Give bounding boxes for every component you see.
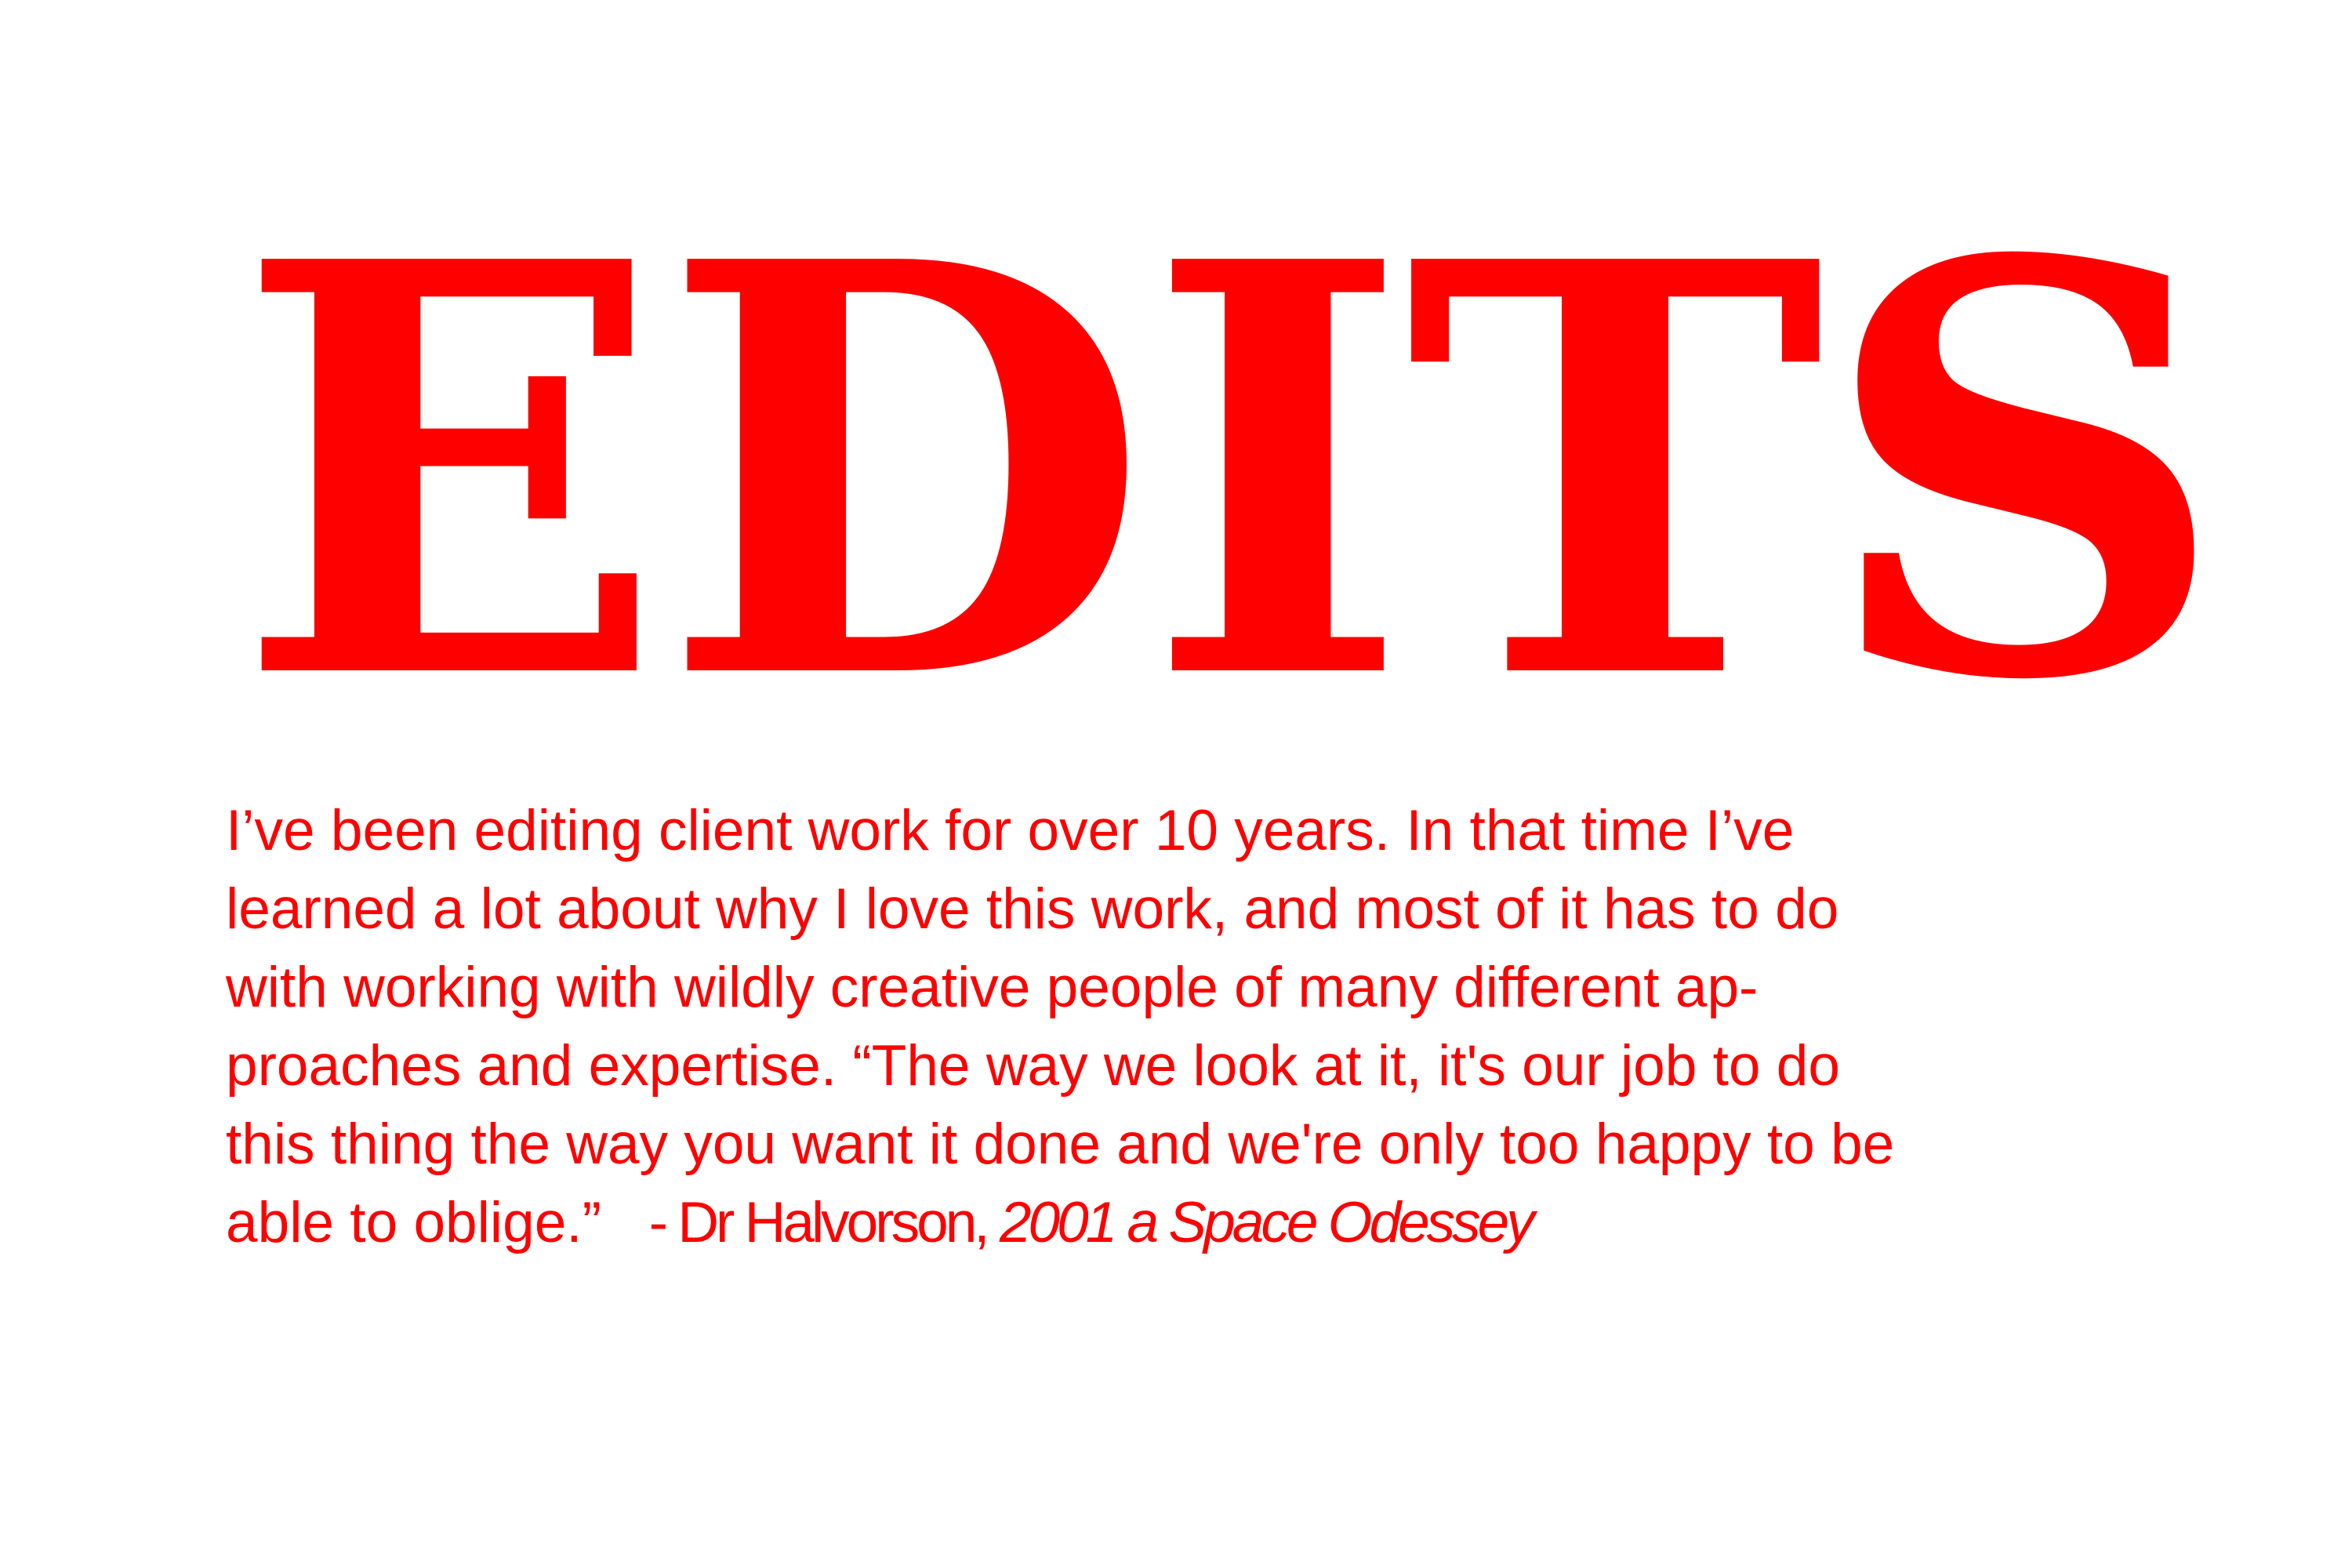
attribution-work-title: 2001 a Space Odessey [999,1191,1535,1254]
paragraph-line-text: able to oblige.” [226,1191,601,1254]
attribution-speaker: - Dr Halvorson, [648,1191,990,1254]
paragraph-line: learned a lot about why I love this work… [226,877,1839,941]
quote-paragraph: I’ve been editing client work for over 1… [226,792,2264,1262]
paragraph-line: this thing the way you want it done and … [226,1112,1895,1176]
paragraph-line-last: able to oblige.” - Dr Halvorson, 2001 a … [226,1184,2264,1262]
quote-attribution: - Dr Halvorson, 2001 a Space Odessey [648,1191,1535,1254]
paragraph-line: proaches and expertise. “The way we look… [226,1034,1841,1098]
page-title: EDITS [235,140,2228,804]
paragraph-line: I’ve been editing client work for over 1… [226,799,1795,862]
page: EDITS I’ve been editing client work for … [0,0,2352,1568]
paragraph-line: with working with wildly creative people… [226,956,1759,1019]
